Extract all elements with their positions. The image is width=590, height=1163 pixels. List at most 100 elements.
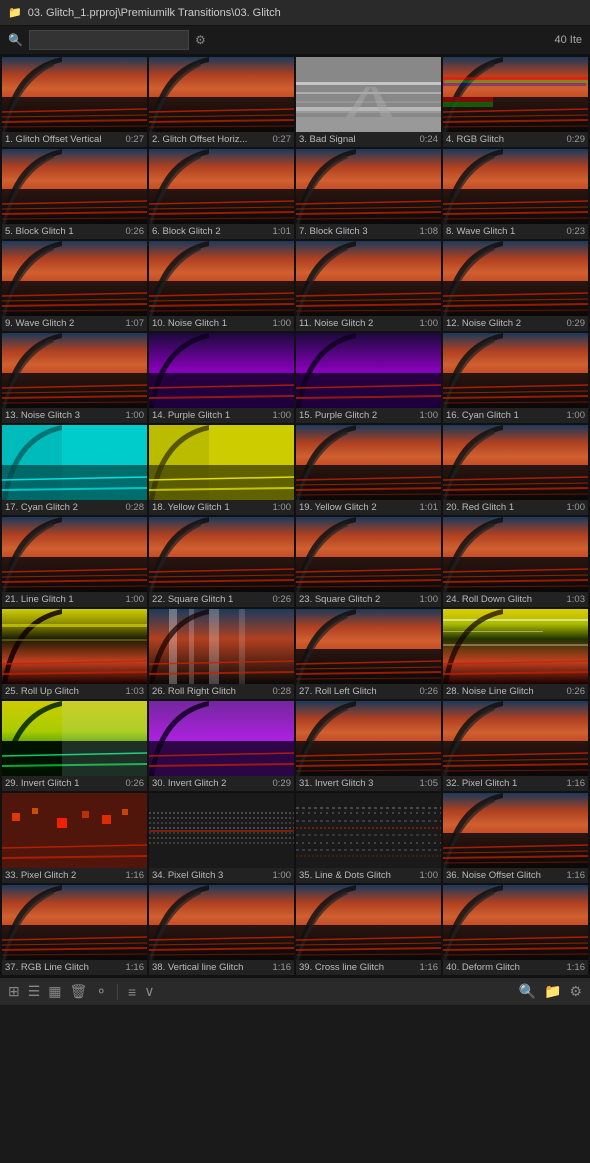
list-item[interactable]: 25. Roll Up Glitch 1:03 xyxy=(2,609,147,699)
item-name: 26. Roll Right Glitch xyxy=(152,686,236,697)
list-item[interactable]: 29. Invert Glitch 10:26 xyxy=(2,701,147,791)
list-item[interactable]: 28. Noise Line Glitch0:26 xyxy=(443,609,588,699)
thumbnail-image xyxy=(2,425,147,500)
thumbnail-image xyxy=(2,333,147,408)
list-item[interactable]: 40. Deform Glitch1:16 xyxy=(443,885,588,975)
list-item[interactable]: 10. Noise Glitch 11:00 xyxy=(149,241,294,331)
filter-icon[interactable]: ⚙ xyxy=(195,33,206,47)
toolbar: ⊞ ☰ ▦ 🗑 ⚬ ≡ ∨ 🔍 📁 ⚙ xyxy=(0,977,590,1005)
list-item[interactable]: 16. Cyan Glitch 11:00 xyxy=(443,333,588,423)
panel-icon[interactable]: ▦ xyxy=(48,983,61,1000)
menu-icon[interactable]: ≡ xyxy=(128,984,136,1000)
folder-nav-icon[interactable]: 📁 xyxy=(544,983,561,1000)
list-view-icon[interactable]: ☰ xyxy=(28,983,41,1000)
item-duration: 1:03 xyxy=(126,686,145,697)
item-label: 38. Vertical line Glitch1:16 xyxy=(149,960,294,975)
list-item[interactable]: 20. Red Glitch 11:00 xyxy=(443,425,588,515)
item-label: 10. Noise Glitch 11:00 xyxy=(149,316,294,331)
settings-icon[interactable]: ⚙ xyxy=(569,983,582,1000)
list-item[interactable]: 14. Purple Glitch 11:00 xyxy=(149,333,294,423)
item-duration: 0:23 xyxy=(567,226,586,237)
list-item[interactable]: 6. Block Glitch 21:01 xyxy=(149,149,294,239)
thumbnail-image xyxy=(296,793,441,868)
thumbnail-image xyxy=(2,57,147,132)
item-label: 8. Wave Glitch 10:23 xyxy=(443,224,588,239)
item-name: 33. Pixel Glitch 2 xyxy=(5,870,76,881)
item-label: 40. Deform Glitch1:16 xyxy=(443,960,588,975)
search-input[interactable] xyxy=(29,30,189,50)
item-duration: 0:26 xyxy=(567,686,586,697)
thumbnail-image xyxy=(2,241,147,316)
item-name: 4. RGB Glitch xyxy=(446,134,504,145)
item-duration: 1:00 xyxy=(420,410,439,421)
bin-icon[interactable]: 🗑 xyxy=(70,983,88,1000)
item-name: 37. RGB Line Glitch xyxy=(5,962,89,973)
thumbnail-image xyxy=(296,517,441,592)
list-item[interactable]: 35. Line & Dots Glitch1:00 xyxy=(296,793,441,883)
thumbnail-image xyxy=(149,793,294,868)
list-item[interactable]: 21. Line Glitch 11:00 xyxy=(2,517,147,607)
list-item[interactable]: 33. Pixel Glitch 21:16 xyxy=(2,793,147,883)
list-item[interactable]: 19. Yellow Glitch 21:01 xyxy=(296,425,441,515)
item-name: 22. Square Glitch 1 xyxy=(152,594,233,605)
list-item[interactable]: 15. Purple Glitch 2 1:00 xyxy=(296,333,441,423)
header-title: 03. Glitch_1.prproj\Premiumilk Transitio… xyxy=(28,7,281,19)
list-item[interactable]: 23. Square Glitch 21:00 xyxy=(296,517,441,607)
list-item[interactable]: 36. Noise Offset Glitch1:16 xyxy=(443,793,588,883)
list-item[interactable]: 26. Roll Right Glitch0:28 xyxy=(149,609,294,699)
list-item[interactable]: 5. Block Glitch 10:26 xyxy=(2,149,147,239)
list-item[interactable]: 1. Glitch Offset Vertical0:27 xyxy=(2,57,147,147)
search-toggle-icon[interactable]: 🔍 xyxy=(519,983,536,1000)
list-item[interactable]: 24. Roll Down Glitch1:03 xyxy=(443,517,588,607)
item-name: 20. Red Glitch 1 xyxy=(446,502,514,513)
item-label: 39. Cross line Glitch1:16 xyxy=(296,960,441,975)
record-icon[interactable]: ⚬ xyxy=(95,983,107,1000)
item-duration: 1:00 xyxy=(567,410,586,421)
item-duration: 1:03 xyxy=(567,594,586,605)
list-item[interactable]: 9. Wave Glitch 21:07 xyxy=(2,241,147,331)
thumbnail-grid: 1. Glitch Offset Vertical0:27 xyxy=(0,55,590,977)
item-label: 5. Block Glitch 10:26 xyxy=(2,224,147,239)
list-item[interactable]: 12. Noise Glitch 20:29 xyxy=(443,241,588,331)
item-duration: 1:00 xyxy=(420,318,439,329)
list-item[interactable]: 27. Roll Left Glitch0:26 xyxy=(296,609,441,699)
item-name: 11. Noise Glitch 2 xyxy=(299,318,373,329)
list-item[interactable]: 11. Noise Glitch 2 1:00 xyxy=(296,241,441,331)
thumbnail-image xyxy=(296,241,441,316)
list-item[interactable]: 13. Noise Glitch 31:00 xyxy=(2,333,147,423)
list-item[interactable]: 30. Invert Glitch 20:29 xyxy=(149,701,294,791)
list-item[interactable]: 18. Yellow Glitch 11:00 xyxy=(149,425,294,515)
list-item[interactable]: 37. RGB Line Glitch1:16 xyxy=(2,885,147,975)
item-label: 13. Noise Glitch 31:00 xyxy=(2,408,147,423)
list-item[interactable]: 3. Bad Signal0:24 xyxy=(296,57,441,147)
list-item[interactable]: 39. Cross line Glitch1:16 xyxy=(296,885,441,975)
list-item[interactable]: 32. Pixel Glitch 11:16 xyxy=(443,701,588,791)
thumbnail-image xyxy=(443,149,588,224)
thumbnail-image xyxy=(149,885,294,960)
grid-view-icon[interactable]: ⊞ xyxy=(8,983,20,1000)
item-duration: 1:16 xyxy=(567,962,586,973)
thumbnail-image xyxy=(2,885,147,960)
item-label: 37. RGB Line Glitch1:16 xyxy=(2,960,147,975)
item-name: 15. Purple Glitch 2 xyxy=(299,410,377,421)
list-item[interactable]: 31. Invert Glitch 31:05 xyxy=(296,701,441,791)
item-duration: 1:00 xyxy=(126,410,145,421)
item-name: 34. Pixel Glitch 3 xyxy=(152,870,223,881)
item-name: 9. Wave Glitch 2 xyxy=(5,318,74,329)
list-item[interactable]: 22. Square Glitch 10:26 xyxy=(149,517,294,607)
item-duration: 0:29 xyxy=(567,134,586,145)
chevron-icon[interactable]: ∨ xyxy=(144,983,154,1000)
list-item[interactable]: 2. Glitch Offset Horiz...0:27 xyxy=(149,57,294,147)
list-item[interactable]: 38. Vertical line Glitch1:16 xyxy=(149,885,294,975)
item-name: 3. Bad Signal xyxy=(299,134,356,145)
list-item[interactable]: 34. Pixel Glitch 31:00 xyxy=(149,793,294,883)
list-item[interactable]: 7. Block Glitch 31:08 xyxy=(296,149,441,239)
item-label: 35. Line & Dots Glitch1:00 xyxy=(296,868,441,883)
thumbnail-image xyxy=(149,425,294,500)
list-item[interactable]: 17. Cyan Glitch 20:28 xyxy=(2,425,147,515)
list-item[interactable]: 4. RGB Glitch 0:29 xyxy=(443,57,588,147)
search-icon: 🔍 xyxy=(8,33,23,47)
item-name: 25. Roll Up Glitch xyxy=(5,686,79,697)
list-item[interactable]: 8. Wave Glitch 10:23 xyxy=(443,149,588,239)
thumbnail-image xyxy=(149,333,294,408)
